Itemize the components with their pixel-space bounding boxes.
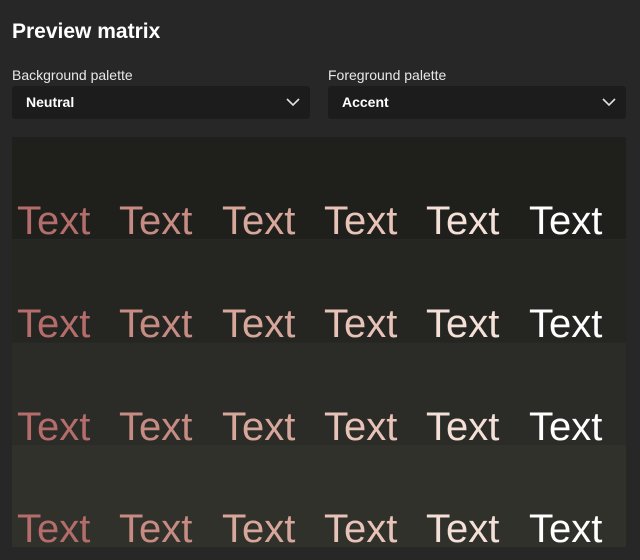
matrix-cell: Text [12,137,114,239]
sample-text: Text [222,405,296,445]
matrix-cell: Text [217,137,319,239]
matrix-row: Text Text Text Text Text Text [12,240,626,342]
sample-text: Text [119,199,193,239]
sample-text: Text [426,302,500,342]
foreground-palette-dropdown[interactable]: Accent [328,86,626,119]
matrix-cell: Text [114,137,216,239]
sample-text: Text [426,405,500,445]
chevron-down-icon [286,98,300,107]
matrix-cell: Text [114,240,216,342]
sample-text: Text [17,507,91,547]
matrix-cell: Text [524,240,626,342]
sample-text: Text [426,507,500,547]
matrix-cell: Text [421,343,523,445]
sample-text: Text [426,199,500,239]
foreground-palette-label: Foreground palette [328,67,447,83]
sample-text: Text [119,405,193,445]
matrix-cell: Text [12,343,114,445]
sample-text: Text [17,302,91,342]
matrix-row: Text Text Text Text Text Text [12,137,626,239]
sample-text: Text [17,199,91,239]
sample-text: Text [119,302,193,342]
sample-text: Text [222,199,296,239]
matrix-row: Text Text Text Text Text Text [12,445,626,547]
matrix-cell: Text [524,137,626,239]
matrix-row: Text Text Text Text Text Text [12,343,626,445]
sample-text: Text [324,507,398,547]
sample-text: Text [324,302,398,342]
matrix-cell: Text [114,445,216,547]
preview-matrix: Text Text Text Text Text Text Text Text Text Text… [12,137,626,548]
sample-text: Text [529,199,603,239]
sample-text: Text [17,405,91,445]
matrix-cell: Text [12,445,114,547]
background-palette-value: Neutral [26,94,75,110]
matrix-cell: Text [319,137,421,239]
matrix-cell: Text [524,343,626,445]
matrix-cell: Text [421,137,523,239]
background-palette-dropdown[interactable]: Neutral [12,86,310,119]
matrix-cell: Text [421,240,523,342]
sample-text: Text [529,302,603,342]
matrix-cell: Text [114,343,216,445]
sample-text: Text [222,302,296,342]
foreground-palette-value: Accent [342,94,389,110]
sample-text: Text [222,507,296,547]
background-palette-label: Background palette [12,67,133,83]
matrix-cell: Text [319,240,421,342]
matrix-cell: Text [217,240,319,342]
page-title: Preview matrix [12,20,161,43]
matrix-cell: Text [12,240,114,342]
sample-text: Text [324,405,398,445]
matrix-cell: Text [319,343,421,445]
sample-text: Text [529,405,603,445]
matrix-cell: Text [217,343,319,445]
matrix-cell: Text [421,445,523,547]
matrix-cell: Text [524,445,626,547]
sample-text: Text [529,507,603,547]
matrix-cell: Text [217,445,319,547]
matrix-cell: Text [319,445,421,547]
sample-text: Text [324,199,398,239]
chevron-down-icon [602,98,616,107]
sample-text: Text [119,507,193,547]
